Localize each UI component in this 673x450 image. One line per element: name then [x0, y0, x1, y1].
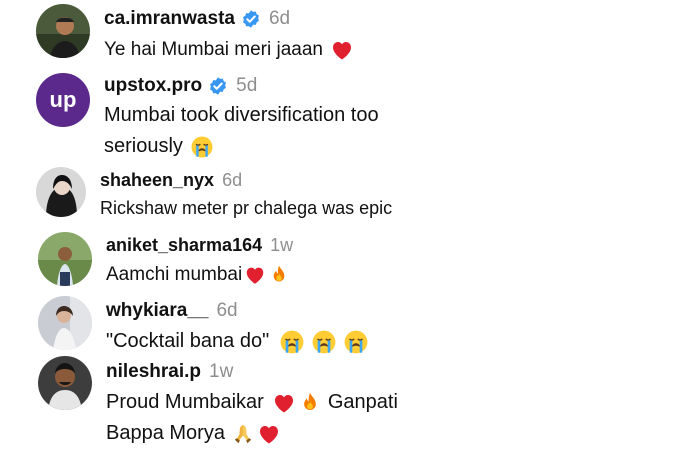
comment-text: Ye hai Mumbai meri jaaan — [104, 34, 354, 65]
comment-text-line1: "Cocktail bana do" — [106, 330, 270, 352]
comment-text: "Cocktail bana do" — [106, 326, 369, 357]
verified-badge-icon — [208, 76, 228, 96]
crying-face-icon — [343, 329, 369, 355]
comment-text-line1: Proud Mumbaikar Ganpati — [106, 387, 398, 418]
comment-item: nileshrai.p 1w Proud Mumbaikar Ganpati Ba… — [0, 356, 673, 450]
avatar[interactable] — [36, 4, 90, 58]
verified-badge-icon — [241, 9, 261, 29]
username[interactable]: upstox.pro — [104, 75, 202, 97]
comment-text-line2: Bappa Morya — [106, 418, 398, 449]
red-heart-icon — [272, 391, 296, 415]
comment-text: Rickshaw meter pr chalega was epic — [100, 198, 393, 218]
avatar[interactable] — [38, 232, 92, 286]
avatar[interactable] — [38, 296, 92, 350]
comment-text: Aamchi mumbai — [106, 260, 290, 290]
fire-icon — [268, 264, 290, 286]
timestamp: 6d — [222, 170, 243, 190]
crying-face-icon — [190, 135, 214, 159]
comment-item: whykiara__ 6d "Cocktail bana do" — [0, 292, 673, 354]
comment-text-line1: Ye hai Mumbai meri jaaan — [104, 39, 323, 60]
comment-item: up upstox.pro 5d Mumbai took diversifica… — [0, 65, 673, 165]
timestamp: 6d — [268, 8, 291, 29]
timestamp: 6d — [216, 300, 238, 321]
avatar[interactable]: up — [36, 73, 90, 127]
comment-text: Mumbai took diversification too seriousl… — [104, 100, 379, 162]
comment-text-line2: seriously — [104, 131, 379, 162]
crying-face-icon — [279, 329, 305, 355]
red-heart-icon — [330, 38, 354, 62]
username[interactable]: ca.imranwasta — [104, 8, 235, 30]
avatar-image — [36, 167, 86, 217]
comment-item: ca.imranwasta 6d Ye hai Mumbai meri jaaa… — [0, 0, 673, 65]
timestamp: 5d — [236, 75, 258, 96]
red-heart-icon — [244, 264, 266, 286]
comment-text-line1: Mumbai took diversification too — [104, 104, 379, 126]
comment-text-segment: Proud Mumbaikar — [106, 391, 264, 413]
avatar-image — [36, 4, 90, 58]
comment-item: shaheen_nyx 6d Rickshaw meter pr chalega… — [0, 165, 673, 225]
timestamp: 1w — [209, 361, 234, 382]
avatar-image — [38, 296, 92, 350]
avatar-image — [38, 356, 92, 410]
folded-hands-icon — [231, 422, 255, 446]
avatar[interactable] — [36, 167, 86, 217]
upstox-logo: up — [49, 87, 77, 112]
red-heart-icon — [257, 422, 281, 446]
avatar-image — [38, 232, 92, 286]
comment-text-segment: Ganpati — [327, 391, 398, 413]
username[interactable]: nileshrai.p — [106, 361, 201, 383]
comment-text-line2-text: seriously — [104, 135, 183, 157]
timestamp: 1w — [270, 235, 294, 255]
username[interactable]: shaheen_nyx — [100, 170, 214, 191]
username[interactable]: whykiara__ — [106, 300, 208, 322]
username[interactable]: aniket_sharma164 — [106, 235, 262, 256]
comment-text-segment: Bappa Morya — [106, 422, 225, 444]
avatar[interactable] — [38, 356, 92, 410]
crying-face-icon — [311, 329, 337, 355]
comment-item: aniket_sharma164 1w Aamchi mumbai — [0, 228, 673, 290]
fire-icon — [298, 391, 322, 415]
comment-text: Proud Mumbaikar Ganpati Bappa Morya — [106, 387, 398, 449]
comment-text-line1: Aamchi mumbai — [106, 264, 243, 285]
